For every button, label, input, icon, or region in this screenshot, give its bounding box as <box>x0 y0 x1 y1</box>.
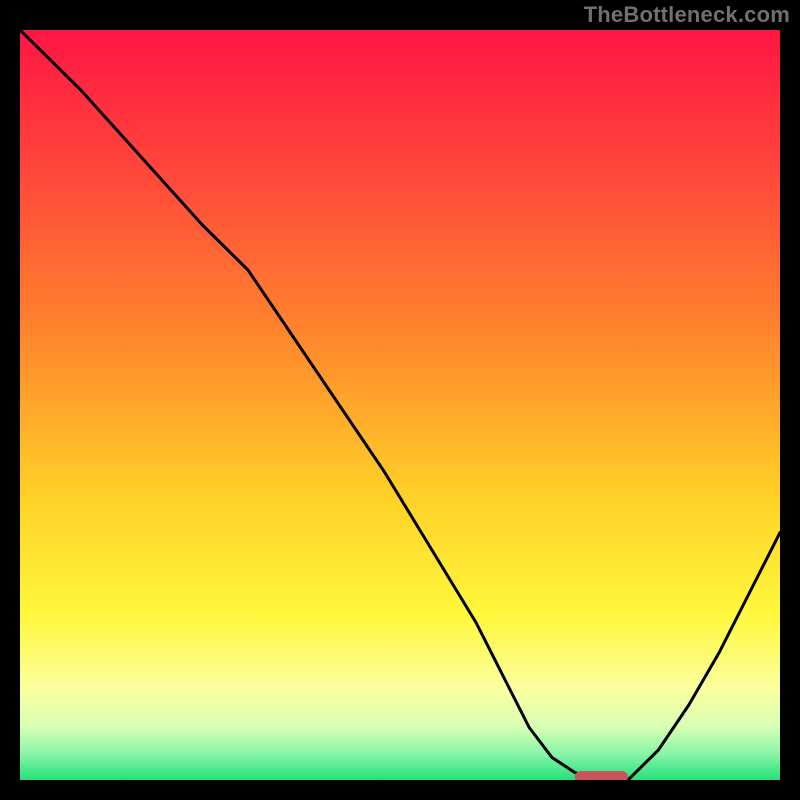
chart-frame: TheBottleneck.com <box>0 0 800 800</box>
bottleneck-chart <box>20 30 780 780</box>
plot-area <box>20 30 780 780</box>
watermark-text: TheBottleneck.com <box>584 2 790 28</box>
gradient-background <box>20 30 780 780</box>
optimal-range-marker <box>575 771 628 780</box>
